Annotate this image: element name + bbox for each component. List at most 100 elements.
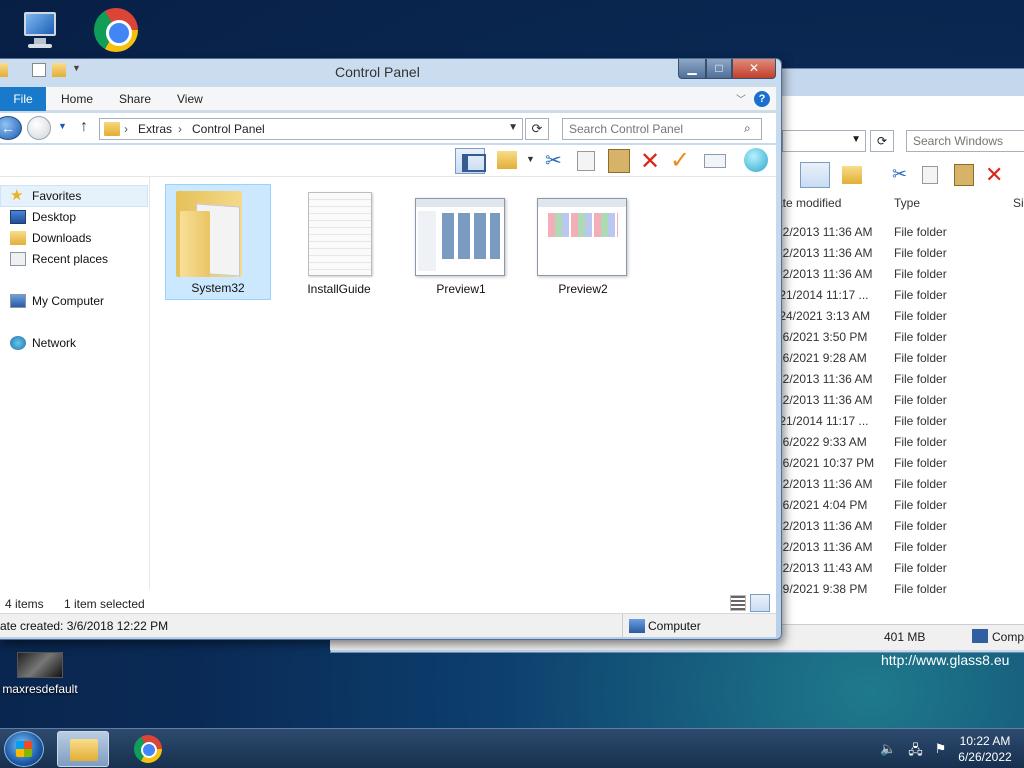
new-folder-icon[interactable] — [497, 151, 517, 169]
clock[interactable]: 10:22 AM 6/26/2022 — [950, 733, 1020, 765]
list-item-date[interactable]: 26/2021 10:37 PM — [776, 456, 874, 470]
list-item-date[interactable]: 22/2013 11:36 AM — [776, 540, 873, 554]
column-date-modified[interactable]: ate modified — [776, 196, 841, 220]
chevron-down-icon[interactable]: ▼ — [508, 122, 518, 133]
delete-icon[interactable]: ✕ — [640, 147, 662, 175]
preview-pane-icon[interactable] — [455, 148, 486, 174]
list-item-type[interactable]: File folder — [894, 414, 947, 428]
list-item-type[interactable]: File folder — [894, 330, 947, 344]
tab-view[interactable]: View — [177, 87, 203, 111]
list-item-type[interactable]: File folder — [894, 498, 947, 512]
list-item-date[interactable]: 22/2013 11:36 AM — [776, 393, 873, 407]
list-item-type[interactable]: File folder — [894, 393, 947, 407]
checkmark-icon[interactable]: ✓ — [670, 146, 692, 174]
chevron-down-icon[interactable]: ▼ — [72, 63, 82, 77]
network-icon[interactable]: 🖧 — [908, 741, 923, 763]
file-item-preview2[interactable]: Preview2 — [530, 184, 636, 300]
breadcrumb-separator-icon[interactable]: › — [178, 122, 182, 136]
preview-pane-icon[interactable] — [800, 162, 830, 188]
taskbar-explorer-button[interactable] — [57, 731, 109, 767]
desktop-icon-maxresdefault[interactable]: maxresdefault — [0, 652, 80, 696]
breadcrumb-separator-icon[interactable]: › — [124, 122, 128, 136]
list-item-type[interactable]: File folder — [894, 582, 947, 596]
list-item-date[interactable]: 22/2013 11:36 AM — [776, 267, 873, 281]
up-arrow-icon[interactable]: ↑ — [80, 118, 88, 136]
breadcrumb-extras[interactable]: Extras — [138, 122, 172, 136]
forward-button[interactable] — [27, 116, 51, 140]
list-item-date[interactable]: /21/2014 11:17 ... — [776, 288, 869, 302]
volume-muted-icon[interactable]: 🔈 — [880, 741, 896, 763]
desktop-icon-chrome[interactable] — [76, 8, 156, 56]
list-item-date[interactable]: 22/2013 11:43 AM — [776, 561, 873, 575]
list-item-date[interactable]: 22/2013 11:36 AM — [776, 246, 873, 260]
tab-share[interactable]: Share — [119, 87, 151, 111]
back-button[interactable]: ← — [0, 116, 22, 140]
help-icon[interactable]: ? — [754, 91, 770, 107]
rename-icon[interactable] — [704, 154, 726, 168]
column-size[interactable]: Si — [1013, 196, 1024, 220]
file-item-system32[interactable]: System32 — [165, 184, 271, 300]
list-item-date[interactable]: 22/2013 11:36 AM — [776, 372, 873, 386]
list-item-type[interactable]: File folder — [894, 288, 947, 302]
title-bar[interactable]: ▼ Control Panel ▁ □ ✕ — [0, 59, 781, 85]
breadcrumb-control-panel[interactable]: Control Panel — [192, 122, 265, 136]
taskbar-chrome-button[interactable] — [122, 731, 174, 767]
background-search-input[interactable] — [906, 130, 1024, 152]
recent-locations-icon[interactable]: ▼ — [58, 121, 67, 131]
list-item-date[interactable]: /24/2021 3:13 AM — [776, 309, 870, 323]
list-item-type[interactable]: File folder — [894, 372, 947, 386]
list-item-date[interactable]: 26/2022 9:33 AM — [776, 435, 867, 449]
action-center-icon[interactable]: ⚑ — [935, 741, 947, 763]
list-item-date[interactable]: 22/2013 11:36 AM — [776, 477, 873, 491]
tab-file[interactable]: File — [0, 87, 46, 111]
desktop-icon-computer[interactable] — [0, 10, 80, 54]
list-item-type[interactable]: File folder — [894, 561, 947, 575]
list-item-date[interactable]: 22/2013 11:36 AM — [776, 519, 873, 533]
start-button[interactable] — [4, 731, 44, 767]
nav-network[interactable]: Network — [10, 333, 76, 353]
nav-favorites[interactable]: ★ Favorites — [10, 186, 81, 206]
large-icons-view-icon[interactable] — [750, 594, 770, 612]
refresh-button[interactable]: ⟳ — [525, 118, 549, 140]
properties-icon[interactable] — [32, 63, 46, 77]
search-input[interactable] — [562, 118, 762, 140]
cut-icon[interactable]: ✂ — [892, 164, 907, 185]
background-refresh-button[interactable]: ⟳ — [870, 130, 894, 152]
list-item-date[interactable]: 26/2021 3:50 PM — [776, 330, 867, 344]
copy-icon[interactable] — [922, 166, 938, 184]
control-panel-window[interactable]: ▼ Control Panel ▁ □ ✕ File Home Share Vi… — [0, 58, 782, 640]
minimize-button[interactable]: ▁ — [678, 59, 706, 79]
nav-desktop[interactable]: Desktop — [10, 207, 76, 227]
delete-icon[interactable]: ✕ — [985, 162, 1003, 188]
paste-icon[interactable] — [608, 149, 630, 173]
list-item-type[interactable]: File folder — [894, 267, 947, 281]
list-item-date[interactable]: 22/2013 11:36 AM — [776, 225, 873, 239]
expand-ribbon-icon[interactable]: ﹀ — [736, 91, 746, 106]
list-item-type[interactable]: File folder — [894, 246, 947, 260]
list-item-date[interactable]: /21/2014 11:17 ... — [776, 414, 869, 428]
address-bar[interactable]: › Extras › Control Panel ▼ — [99, 118, 523, 140]
list-item-type[interactable]: File folder — [894, 477, 947, 491]
details-view-icon[interactable] — [730, 595, 746, 611]
list-item-type[interactable]: File folder — [894, 456, 947, 470]
cut-icon[interactable]: ✂ — [545, 148, 567, 172]
nav-recent-places[interactable]: Recent places — [10, 249, 108, 269]
file-item-installguide[interactable]: InstallGuide — [286, 184, 392, 300]
close-button[interactable]: ✕ — [732, 59, 776, 79]
search-icon[interactable]: ⌕ — [744, 121, 751, 136]
column-type[interactable]: Type — [894, 196, 920, 220]
list-item-date[interactable]: 29/2021 9:38 PM — [776, 582, 867, 596]
list-item-type[interactable]: File folder — [894, 225, 947, 239]
background-address-bar[interactable]: ▼ — [782, 130, 866, 152]
list-item-date[interactable]: 26/2021 9:28 AM — [776, 351, 867, 365]
list-item-type[interactable]: File folder — [894, 519, 947, 533]
new-folder-icon[interactable] — [842, 166, 862, 184]
new-folder-icon[interactable] — [52, 63, 66, 77]
list-item-date[interactable]: 26/2021 4:04 PM — [776, 498, 867, 512]
nav-my-computer[interactable]: My Computer — [10, 291, 104, 311]
list-item-type[interactable]: File folder — [894, 309, 947, 323]
paste-icon[interactable] — [954, 164, 974, 186]
list-item-type[interactable]: File folder — [894, 540, 947, 554]
maximize-button[interactable]: □ — [706, 59, 732, 79]
nav-downloads[interactable]: Downloads — [10, 228, 91, 248]
